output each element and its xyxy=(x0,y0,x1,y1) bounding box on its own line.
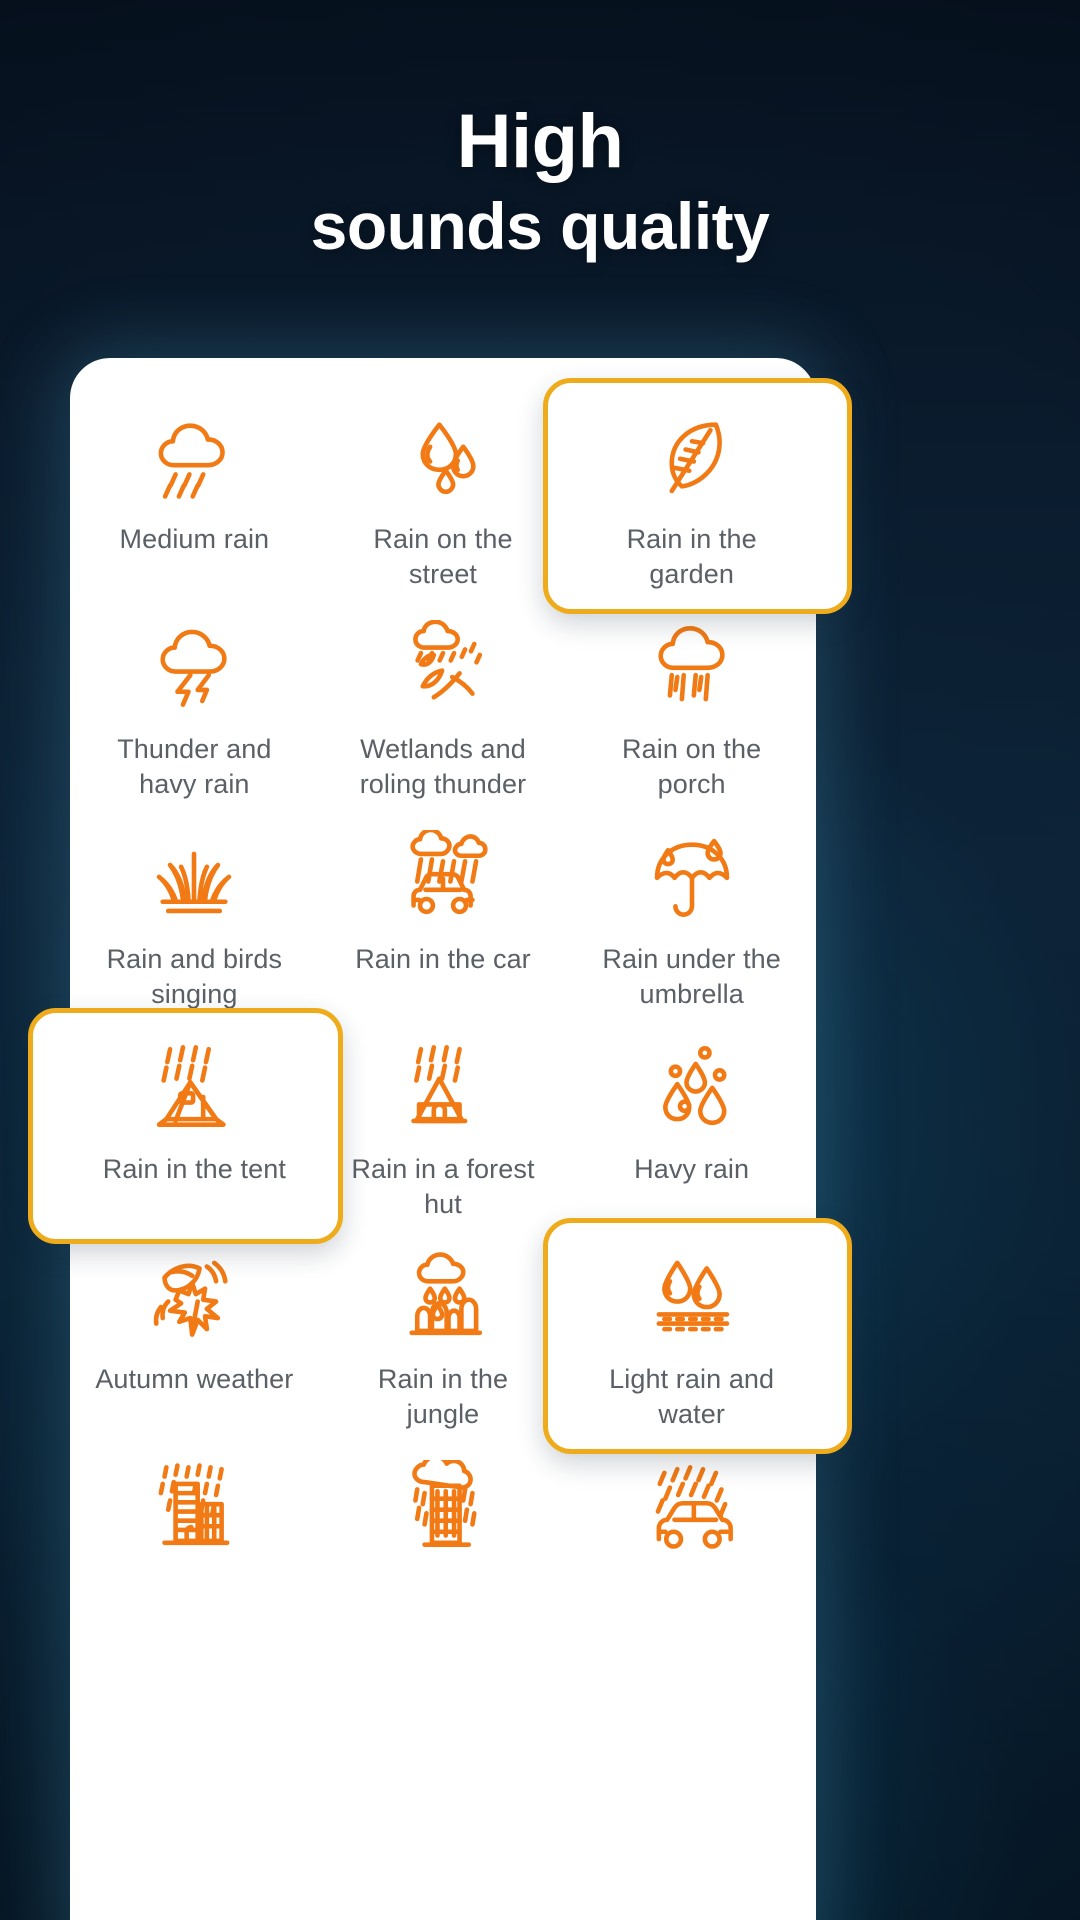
page-header: High sounds quality xyxy=(0,104,1080,266)
wetlands-thunder-icon xyxy=(391,618,495,714)
car-wash-rain-icon xyxy=(640,1458,744,1554)
sound-item[interactable]: Rain in the tent xyxy=(28,1008,343,1244)
sound-item-label: Rain in the garden xyxy=(626,524,757,590)
sound-item[interactable]: Rain in the jungle xyxy=(319,1230,568,1440)
sound-item[interactable] xyxy=(319,1440,568,1650)
buildings-rain-icon xyxy=(391,1458,495,1554)
sound-item-label: Light rain and water xyxy=(609,1364,775,1430)
sound-item[interactable]: Rain on the porch xyxy=(567,600,816,810)
sound-item-label: Havy rain xyxy=(634,1154,750,1184)
sounds-card: Medium rain Rain on the street Rain in the… xyxy=(28,358,852,1920)
sound-item[interactable]: Rain in a forest hut xyxy=(319,1020,568,1230)
sound-item-label: Rain in the car xyxy=(355,944,531,974)
page-title-line1: High xyxy=(456,99,624,184)
sound-item[interactable]: Thunder and havy rain xyxy=(70,600,319,810)
sound-item-label: Rain and birds singing xyxy=(106,944,283,1010)
leaf-rain-icon xyxy=(640,408,744,504)
hut-rain-icon xyxy=(391,1038,495,1134)
sound-item[interactable]: Wetlands and roling thunder xyxy=(319,600,568,810)
sound-item-label: Rain under the umbrella xyxy=(602,944,781,1010)
water-drops-icon xyxy=(391,408,495,504)
sound-item[interactable]: Rain in the car xyxy=(319,810,568,1020)
sound-item-label: Wetlands and roling thunder xyxy=(359,734,527,800)
sound-item-label: Rain on the porch xyxy=(622,734,762,800)
sound-item-label: Rain in a forest hut xyxy=(351,1154,535,1220)
tent-rain-icon xyxy=(142,1038,246,1134)
sound-item[interactable]: Havy rain xyxy=(567,1020,816,1230)
app-screen: High sounds quality Medium rain Rain on t… xyxy=(0,0,1080,1920)
sound-item-label: Thunder and havy rain xyxy=(117,734,272,800)
cloud-rain-icon xyxy=(142,408,246,504)
sound-item[interactable]: Light rain and water xyxy=(543,1218,852,1454)
sound-item-label: Medium rain xyxy=(119,524,270,554)
sound-item-label: Autumn weather xyxy=(95,1364,294,1394)
car-rain-icon xyxy=(391,828,495,924)
heavy-droplets-icon xyxy=(640,1038,744,1134)
sound-item[interactable]: Rain and birds singing xyxy=(70,810,319,1020)
sound-item-label: Rain on the street xyxy=(373,524,513,590)
sound-item-label: Rain in the tent xyxy=(102,1154,286,1184)
city-rain-icon xyxy=(142,1458,246,1554)
page-title-line2: sounds quality xyxy=(310,189,770,263)
grass-icon xyxy=(142,828,246,924)
cloud-lightning-icon xyxy=(142,618,246,714)
sound-item-label: Rain in the jungle xyxy=(377,1364,509,1430)
sound-grid: Medium rain Rain on the street Rain in the… xyxy=(28,358,852,1650)
sound-item[interactable] xyxy=(567,1440,816,1650)
jungle-rain-icon xyxy=(391,1248,495,1344)
umbrella-rain-icon xyxy=(640,828,744,924)
sound-item[interactable] xyxy=(70,1440,319,1650)
cloud-heavy-rain-icon xyxy=(640,618,744,714)
sound-item[interactable]: Rain on the street xyxy=(319,390,568,600)
sound-item[interactable]: Rain in the garden xyxy=(543,378,852,614)
autumn-leaves-icon xyxy=(142,1248,246,1344)
sound-item[interactable]: Medium rain xyxy=(70,390,319,600)
sound-item[interactable]: Rain under the umbrella xyxy=(567,810,816,1020)
sound-item[interactable]: Autumn weather xyxy=(70,1230,319,1440)
droplets-water-icon xyxy=(640,1248,744,1344)
